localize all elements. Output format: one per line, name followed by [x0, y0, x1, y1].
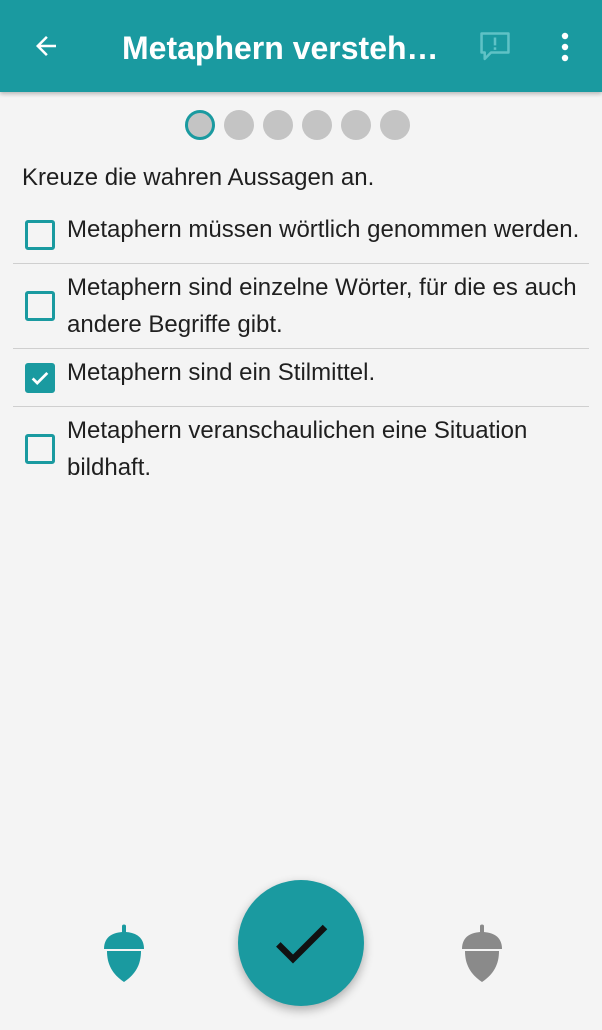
answer-option-3[interactable]: Metaphern sind ein Stilmittel.: [13, 349, 589, 407]
acorn-icon: [458, 924, 506, 984]
progress-dot-1[interactable]: [185, 110, 215, 140]
question-instruction: Kreuze die wahren Aussagen an.: [22, 164, 375, 191]
answer-label: Metaphern veranschaulichen eine Situatio…: [67, 417, 528, 481]
overflow-menu-button[interactable]: [545, 24, 585, 70]
progress-dot-6[interactable]: [380, 110, 410, 140]
acorn-icon: [100, 924, 148, 984]
answer-options: Metaphern müssen wörtlich genommen werde…: [13, 206, 589, 491]
feedback-button[interactable]: [472, 24, 518, 70]
feedback-icon: [480, 32, 510, 61]
answer-option-4[interactable]: Metaphern veranschaulichen eine Situatio…: [13, 407, 589, 491]
progress-indicator: [185, 110, 410, 140]
checkbox[interactable]: [25, 291, 55, 321]
progress-dot-2[interactable]: [224, 110, 254, 140]
checkmark-icon: [31, 371, 49, 385]
submit-answer-button[interactable]: [238, 880, 364, 1006]
checkbox[interactable]: [25, 434, 55, 464]
back-button[interactable]: [22, 22, 70, 70]
arrow-left-icon: [36, 36, 56, 56]
checkbox[interactable]: [25, 219, 55, 250]
checkmark-icon: [276, 924, 328, 964]
answer-option-2[interactable]: Metaphern sind einzelne Wörter, für die …: [13, 264, 589, 349]
progress-dot-3[interactable]: [263, 110, 293, 140]
answer-label: Metaphern sind ein Stilmittel.: [67, 359, 376, 386]
answer-label: Metaphern müssen wörtlich genommen werde…: [67, 216, 580, 243]
answer-label: Metaphern sind einzelne Wörter, für die …: [67, 274, 577, 338]
progress-dot-4[interactable]: [302, 110, 332, 140]
answer-option-1[interactable]: Metaphern müssen wörtlich genommen werde…: [13, 206, 589, 264]
progress-dot-5[interactable]: [341, 110, 371, 140]
checkbox[interactable]: [25, 362, 55, 393]
more-vertical-icon: [561, 32, 569, 62]
app-bar: Metaphern verstehe...: [0, 0, 602, 92]
page-title: Metaphern verstehe...: [122, 30, 444, 66]
